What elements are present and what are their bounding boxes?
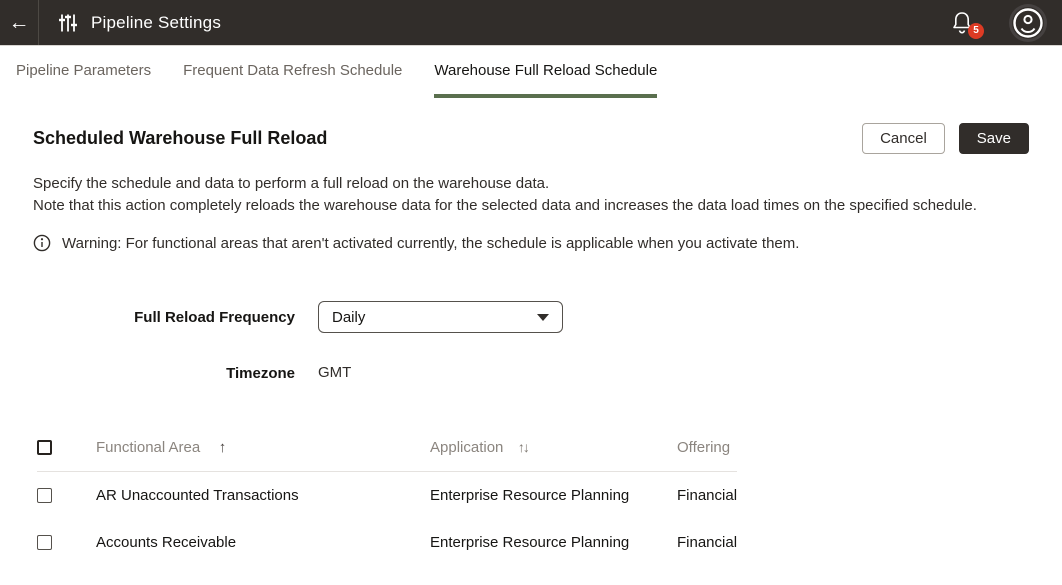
description-line-1: Specify the schedule and data to perform… (33, 173, 1018, 195)
page-title: Pipeline Settings (91, 13, 221, 33)
table-row: AR Unaccounted Transactions Enterprise R… (37, 472, 737, 519)
cell-offering: Financials (677, 534, 737, 551)
tab-pipeline-parameters[interactable]: Pipeline Parameters (16, 62, 151, 98)
description-line-2: Note that this action completely reloads… (33, 195, 1018, 217)
column-header-functional-area[interactable]: Functional Area (96, 439, 200, 456)
cell-offering: Financials (677, 487, 737, 504)
topbar: ← Pipeline Settings 5 (0, 0, 1062, 45)
row-checkbox[interactable] (37, 488, 52, 503)
sort-unsorted-icon[interactable]: ↑↓ (518, 439, 528, 455)
sort-ascending-icon[interactable]: ↑ (219, 439, 227, 456)
select-all-checkbox[interactable] (37, 440, 52, 455)
user-icon (1012, 7, 1044, 39)
info-icon (33, 234, 51, 252)
tab-frequent-data-refresh-schedule[interactable]: Frequent Data Refresh Schedule (183, 62, 402, 98)
table-row: Accounts Receivable Enterprise Resource … (37, 519, 737, 566)
table-header-row: Functional Area ↑ Application ↑↓ Offerin… (37, 424, 737, 472)
row-checkbox[interactable] (37, 535, 52, 550)
tab-warehouse-full-reload-schedule[interactable]: Warehouse Full Reload Schedule (434, 62, 657, 98)
warning-text: Warning: For functional areas that aren'… (62, 235, 799, 252)
settings-tabs: Pipeline Parameters Frequent Data Refres… (0, 45, 1062, 99)
back-arrow-icon: ← (9, 12, 30, 33)
frequency-label: Full Reload Frequency (33, 309, 295, 326)
timezone-value: GMT (318, 364, 351, 381)
cell-functional-area: Accounts Receivable (96, 534, 430, 551)
cancel-button[interactable]: Cancel (862, 123, 945, 154)
cell-application: Enterprise Resource Planning (430, 534, 677, 551)
frequency-select[interactable]: Daily (318, 301, 563, 333)
cell-functional-area: AR Unaccounted Transactions (96, 487, 430, 504)
frequency-value: Daily (332, 309, 365, 326)
chevron-down-icon (537, 314, 549, 321)
cell-application: Enterprise Resource Planning (430, 487, 677, 504)
notifications-button[interactable]: 5 (950, 10, 976, 36)
back-button[interactable]: ← (0, 0, 39, 45)
functional-areas-table: Functional Area ↑ Application ↑↓ Offerin… (37, 424, 737, 566)
column-header-application[interactable]: Application (430, 439, 503, 456)
column-header-offering[interactable]: Offering (677, 439, 730, 456)
user-avatar-button[interactable] (1012, 7, 1044, 39)
save-button[interactable]: Save (959, 123, 1029, 154)
section-heading: Scheduled Warehouse Full Reload (33, 128, 327, 149)
pipeline-settings-icon (58, 13, 78, 33)
notification-badge: 5 (968, 23, 984, 39)
timezone-label: Timezone (33, 365, 295, 382)
